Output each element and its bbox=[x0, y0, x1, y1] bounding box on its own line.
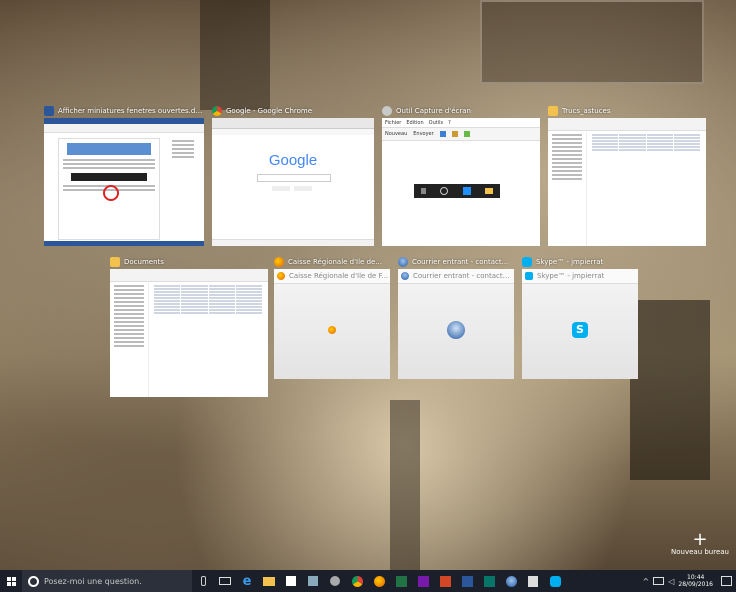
skype-icon: S bbox=[572, 321, 588, 338]
window-preview: Skype™ - jmpierrat S bbox=[522, 269, 638, 379]
window-thumbnail-trucs-astuces[interactable]: Trucs_astuces bbox=[548, 104, 706, 246]
window-preview: Fichier Edition Outils? Nouveau Envoyer bbox=[382, 118, 540, 246]
store-icon[interactable] bbox=[280, 570, 302, 592]
thumbnail-title: Courrier entrant - contact... bbox=[412, 258, 509, 266]
windows-icon bbox=[6, 576, 16, 586]
thumbnail-title: Caisse Régionale d'Ile de... bbox=[288, 258, 383, 266]
thumbnail-title: Google - Google Chrome bbox=[226, 107, 313, 115]
window-thumbnail-snipping-tool[interactable]: Outil Capture d'écran Fichier Edition Out… bbox=[382, 104, 540, 246]
action-center-icon[interactable] bbox=[721, 576, 732, 586]
cortana-icon bbox=[28, 575, 39, 587]
onenote-icon[interactable] bbox=[412, 570, 434, 592]
firefox-icon bbox=[274, 257, 284, 267]
network-icon[interactable] bbox=[653, 577, 665, 585]
chrome-icon bbox=[212, 106, 222, 116]
folder-icon bbox=[110, 257, 120, 267]
app-icon[interactable] bbox=[302, 570, 324, 592]
background-shadow bbox=[390, 400, 420, 570]
firefox-icon[interactable] bbox=[368, 570, 390, 592]
thumbnail-title-bar: Skype™ - jmpierrat bbox=[522, 255, 638, 269]
skype-icon[interactable] bbox=[544, 570, 566, 592]
window-preview bbox=[110, 269, 268, 397]
thumbnail-title: Skype™ - jmpierrat bbox=[536, 258, 604, 266]
thumbnail-title-bar: Courrier entrant - contact... bbox=[398, 255, 514, 269]
folder-icon bbox=[548, 106, 558, 116]
search-placeholder: Posez-moi une question. bbox=[44, 576, 142, 586]
firefox-icon bbox=[328, 325, 336, 334]
thumbnail-title: Afficher miniatures fenetres ouvertes.do… bbox=[58, 107, 204, 115]
background-shadow bbox=[200, 0, 270, 110]
skype-icon bbox=[522, 257, 532, 267]
window-thumbnail-skype[interactable]: Skype™ - jmpierrat Skype™ - jmpierrat S bbox=[522, 255, 638, 379]
window-thumbnail-documents[interactable]: Documents bbox=[110, 255, 268, 397]
firefox-icon bbox=[277, 272, 285, 280]
task-view-screen: Afficher miniatures fenetres ouvertes.do… bbox=[0, 0, 736, 592]
word-icon bbox=[44, 106, 54, 116]
thunderbird-icon bbox=[398, 257, 408, 267]
thumbnail-title-bar: Documents bbox=[110, 255, 268, 269]
clock-date: 28/09/2016 bbox=[678, 581, 713, 588]
excel-icon[interactable] bbox=[390, 570, 412, 592]
new-desktop-label: Nouveau bureau bbox=[671, 548, 729, 556]
edge-icon[interactable]: e bbox=[236, 570, 258, 592]
scissors-icon bbox=[382, 106, 392, 116]
window-thumbnail-firefox[interactable]: Caisse Régionale d'Ile de... Caisse Régi… bbox=[274, 255, 390, 379]
snipping-tool-icon[interactable] bbox=[324, 570, 346, 592]
start-button[interactable] bbox=[0, 570, 22, 592]
thumbnail-title: Documents bbox=[124, 258, 164, 266]
thumbnail-title: Outil Capture d'écran bbox=[396, 107, 471, 115]
window-preview: Google bbox=[212, 118, 374, 246]
thumbnail-title-bar: Outil Capture d'écran bbox=[382, 104, 540, 118]
background-shadow bbox=[630, 300, 710, 480]
word-icon[interactable] bbox=[456, 570, 478, 592]
calculator-icon[interactable] bbox=[522, 570, 544, 592]
thumbnail-title-bar: Google - Google Chrome bbox=[212, 104, 374, 118]
powerpoint-icon[interactable] bbox=[434, 570, 456, 592]
volume-icon[interactable]: ◁ bbox=[668, 577, 674, 586]
window-preview bbox=[44, 118, 204, 246]
thunderbird-icon[interactable] bbox=[500, 570, 522, 592]
clock[interactable]: 10:44 28/09/2016 bbox=[678, 574, 713, 588]
file-explorer-icon[interactable] bbox=[258, 570, 280, 592]
background-window bbox=[480, 0, 704, 84]
thumbnail-title-bar: Afficher miniatures fenetres ouvertes.do… bbox=[44, 104, 204, 118]
cortana-search-box[interactable]: Posez-moi une question. bbox=[22, 570, 192, 592]
skype-icon bbox=[525, 272, 533, 280]
microphone-icon[interactable] bbox=[192, 570, 214, 592]
window-thumbnail-word[interactable]: Afficher miniatures fenetres ouvertes.do… bbox=[44, 104, 204, 246]
clock-time: 10:44 bbox=[687, 574, 705, 581]
task-view-button[interactable] bbox=[214, 570, 236, 592]
thunderbird-icon bbox=[447, 320, 465, 339]
window-preview: Caisse Régionale d'Ile de F... bbox=[274, 269, 390, 379]
window-preview: Courrier entrant - contact@m... bbox=[398, 269, 514, 379]
window-preview bbox=[548, 118, 706, 246]
window-thumbnail-chrome[interactable]: Google - Google Chrome Google bbox=[212, 104, 374, 246]
plus-icon: + bbox=[692, 529, 708, 550]
new-desktop-button[interactable]: + Nouveau bureau bbox=[670, 529, 730, 557]
google-logo: Google bbox=[268, 152, 318, 169]
publisher-icon[interactable] bbox=[478, 570, 500, 592]
taskbar: Posez-moi une question. e ^ ◁ 10:44 28/0… bbox=[0, 570, 736, 592]
thumbnail-title-bar: Trucs_astuces bbox=[548, 104, 706, 118]
chevron-up-icon[interactable]: ^ bbox=[643, 577, 650, 586]
thumbnail-title: Trucs_astuces bbox=[562, 107, 611, 115]
system-tray: ^ ◁ 10:44 28/09/2016 bbox=[643, 570, 736, 592]
thumbnail-title-bar: Caisse Régionale d'Ile de... bbox=[274, 255, 390, 269]
chrome-icon[interactable] bbox=[346, 570, 368, 592]
window-thumbnail-thunderbird[interactable]: Courrier entrant - contact... Courrier e… bbox=[398, 255, 514, 379]
thunderbird-icon bbox=[401, 272, 409, 280]
